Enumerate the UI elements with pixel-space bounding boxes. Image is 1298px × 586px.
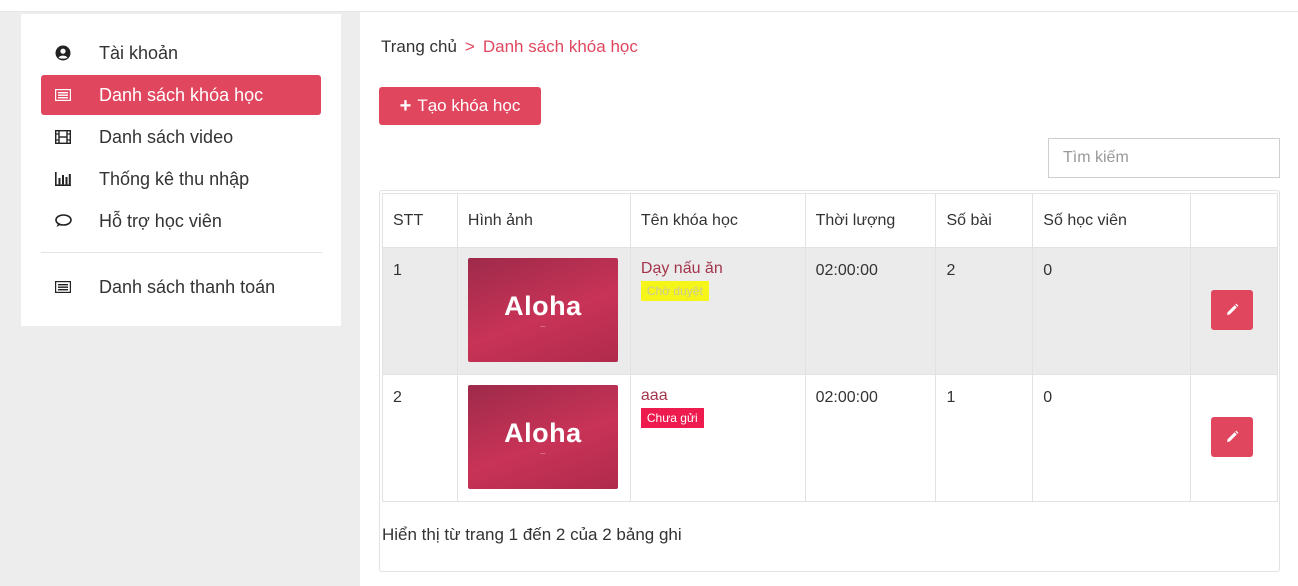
pencil-icon [1226, 303, 1239, 315]
cell-name: Dạy nấu ăn Chờ duyệt [629, 247, 806, 375]
plus-icon: + [399, 95, 412, 117]
cell-image: Aloha — [456, 374, 631, 502]
sidebar-item-income[interactable]: Thống kê thu nhập [41, 159, 321, 199]
sidebar-item-label: Tài khoản [99, 42, 179, 63]
top-bar [0, 0, 1298, 12]
cell-actions [1189, 374, 1279, 502]
courses-table-card: STT Hình ảnh Tên khóa học Thời lượng Số … [379, 190, 1280, 572]
cell-stt: 1 [382, 247, 458, 375]
sidebar: Tài khoản Danh sách khóa học Danh sách v… [21, 14, 341, 326]
breadcrumb: Trang chủ > Danh sách khóa học [381, 37, 638, 57]
table-row: 2 Aloha — aaa Chưa gửi 02:00:00 1 0 [382, 374, 1279, 502]
sidebar-divider [41, 252, 322, 253]
course-name[interactable]: Dạy nấu ăn [641, 260, 795, 278]
column-header-image: Hình ảnh [456, 193, 631, 248]
main-content: Trang chủ > Danh sách khóa học + Tạo khó… [360, 12, 1298, 586]
breadcrumb-current: Danh sách khóa học [482, 37, 638, 56]
cell-image: Aloha — [456, 247, 631, 375]
list-icon [51, 83, 75, 107]
status-badge: Chờ duyệt [640, 281, 709, 301]
cell-duration: 02:00:00 [804, 247, 937, 375]
sidebar-item-support[interactable]: Hỗ trợ học viên [41, 201, 321, 241]
list-icon [51, 275, 75, 299]
course-thumbnail[interactable]: Aloha — [467, 258, 618, 362]
column-header-actions [1189, 193, 1279, 248]
column-header-lessons: Số bài [935, 193, 1034, 248]
film-icon [51, 125, 75, 149]
table-row: 1 Aloha — Dạy nấu ăn Chờ duyệt 02:00:00 [382, 247, 1279, 375]
sidebar-item-account[interactable]: Tài khoản [41, 33, 321, 73]
sidebar-item-label: Hỗ trợ học viên [99, 210, 222, 231]
cell-name: aaa Chưa gửi [629, 374, 806, 502]
edit-button[interactable] [1210, 417, 1253, 457]
sidebar-item-label: Danh sách thanh toán [99, 276, 276, 297]
sidebar-item-label: Danh sách video [99, 126, 234, 147]
pencil-icon [1226, 430, 1239, 442]
sidebar-item-videos[interactable]: Danh sách video [41, 117, 321, 157]
courses-table: STT Hình ảnh Tên khóa học Thời lượng Số … [382, 193, 1279, 502]
cell-duration: 02:00:00 [804, 374, 937, 502]
cell-stt: 2 [382, 374, 458, 502]
create-course-button[interactable]: + Tạo khóa học [379, 87, 541, 125]
column-header-stt: STT [382, 193, 458, 248]
thumbnail-slogan: — [540, 450, 546, 457]
cell-actions [1189, 247, 1279, 375]
column-header-students: Số học viên [1032, 193, 1191, 248]
thumbnail-logo: Aloha [504, 290, 582, 321]
breadcrumb-separator: > [464, 37, 475, 56]
status-badge: Chưa gửi [640, 408, 704, 428]
column-header-duration: Thời lượng [804, 193, 937, 248]
sidebar-item-courses[interactable]: Danh sách khóa học [41, 75, 321, 115]
bar-chart-icon [51, 167, 75, 191]
cell-lessons: 1 [935, 374, 1034, 502]
thumbnail-logo: Aloha [504, 417, 582, 448]
search-input[interactable] [1048, 138, 1280, 178]
create-course-label: Tạo khóa học [417, 96, 521, 115]
sidebar-item-label: Thống kê thu nhập [99, 168, 250, 189]
pagination-summary: Hiển thị từ trang 1 đến 2 của 2 bảng ghi [382, 525, 682, 544]
edit-button[interactable] [1210, 290, 1253, 330]
cell-students: 0 [1032, 374, 1191, 502]
breadcrumb-home[interactable]: Trang chủ [381, 37, 457, 57]
course-name[interactable]: aaa [641, 387, 795, 405]
cell-lessons: 2 [935, 247, 1034, 375]
user-circle-icon [51, 41, 75, 65]
course-thumbnail[interactable]: Aloha — [467, 385, 618, 489]
column-header-name: Tên khóa học [629, 193, 806, 248]
table-header-row: STT Hình ảnh Tên khóa học Thời lượng Số … [382, 193, 1279, 248]
sidebar-item-label: Danh sách khóa học [99, 84, 264, 105]
cell-students: 0 [1032, 247, 1191, 375]
thumbnail-slogan: — [540, 323, 546, 330]
chat-icon [51, 209, 75, 233]
sidebar-item-payments[interactable]: Danh sách thanh toán [41, 267, 321, 307]
